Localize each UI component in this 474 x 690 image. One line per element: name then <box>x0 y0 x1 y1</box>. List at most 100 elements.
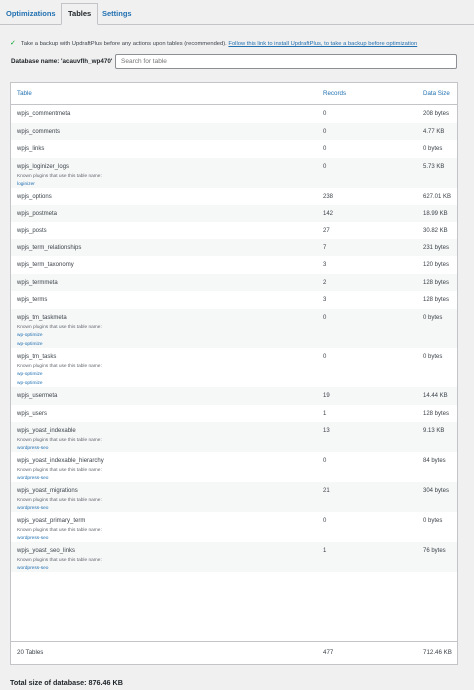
data-size-cell: 208 bytes <box>423 111 450 117</box>
plugin-link[interactable]: wp-optimize <box>17 372 43 377</box>
column-header-records[interactable]: Records <box>323 90 346 97</box>
table-row: wpjs_commentmeta 0 208 bytes <box>11 105 457 123</box>
table-name-cell: wpjs_yoast_migrations <box>17 488 78 494</box>
column-header-data-size[interactable]: Data Size <box>423 90 450 97</box>
table-name-cell: wpjs_tm_tasks <box>17 354 57 360</box>
backup-notice-text: Take a backup with UpdraftPlus before an… <box>20 41 227 47</box>
backup-notice: ✓ Take a backup with UpdraftPlus before a… <box>10 39 417 47</box>
footer-size-total: 712.46 KB <box>423 649 452 656</box>
tab-tables[interactable]: Tables <box>61 3 99 25</box>
records-cell: 0 <box>323 146 327 152</box>
records-cell: 27 <box>323 228 330 234</box>
data-size-cell: 128 bytes <box>423 411 450 417</box>
records-cell: 0 <box>323 518 327 524</box>
table-row: wpjs_termmeta 2 128 bytes <box>11 274 457 291</box>
plugin-link[interactable]: wordpress-seo <box>17 446 48 451</box>
plugin-link[interactable]: loginizer <box>17 182 35 187</box>
records-cell: 2 <box>323 280 327 286</box>
plugin-link[interactable]: wp-optimize <box>17 342 43 347</box>
table-row: wpjs_yoast_seo_links 1 76 bytes Known plugi… <box>11 542 457 572</box>
data-size-cell: 0 bytes <box>423 315 443 321</box>
known-plugins-label: Known plugins that use this table name: <box>17 174 102 179</box>
table-row: wpjs_postmeta 142 18.99 KB <box>11 205 457 222</box>
table-name-cell: wpjs_links <box>17 146 45 152</box>
table-name-cell: wpjs_yoast_indexable <box>17 428 76 434</box>
footer-table-count: 20 Tables <box>17 649 44 656</box>
plugin-link[interactable]: wordpress-seo <box>17 476 48 481</box>
updraftplus-install-link[interactable]: Follow this link to install UpdraftPlus,… <box>228 41 417 47</box>
records-cell: 0 <box>323 315 327 321</box>
known-plugins-label: Known plugins that use this table name: <box>17 498 102 503</box>
table-row: wpjs_yoast_indexable_hierarchy 0 84 bytes K… <box>11 452 457 482</box>
data-size-cell: 9.13 KB <box>423 428 445 434</box>
tables-table: Table Records Data Size wpjs_commentmeta… <box>10 82 458 665</box>
data-size-cell: 627.01 KB <box>423 194 452 200</box>
records-cell: 0 <box>323 458 327 464</box>
table-name-cell: wpjs_posts <box>17 228 47 234</box>
table-name-cell: wpjs_term_taxonomy <box>17 262 74 268</box>
table-name-cell: wpjs_users <box>17 411 48 417</box>
data-size-cell: 14.44 KB <box>423 393 448 399</box>
records-cell: 0 <box>323 129 327 135</box>
table-row: wpjs_yoast_primary_term 0 0 bytes Known plu… <box>11 512 457 542</box>
data-size-cell: 0 bytes <box>423 146 443 152</box>
known-plugins-label: Known plugins that use this table name: <box>17 528 102 533</box>
table-name-cell: wpjs_tm_taskmeta <box>17 315 67 321</box>
table-name-cell: wpjs_yoast_indexable_hierarchy <box>17 458 104 464</box>
data-size-cell: 231 bytes <box>423 245 450 251</box>
known-plugins-label: Known plugins that use this table name: <box>17 468 102 473</box>
records-cell: 7 <box>323 245 327 251</box>
table-search-input[interactable] <box>115 54 457 69</box>
table-name-cell: wpjs_options <box>17 194 52 200</box>
table-row: wpjs_links 0 0 bytes <box>11 140 457 158</box>
known-plugins-label: Known plugins that use this table name: <box>17 438 102 443</box>
table-name-cell: wpjs_termmeta <box>17 280 58 286</box>
records-cell: 0 <box>323 111 327 117</box>
data-size-cell: 76 bytes <box>423 548 446 554</box>
records-cell: 0 <box>323 164 327 170</box>
table-row: wpjs_options 238 627.01 KB <box>11 188 457 205</box>
data-size-cell: 0 bytes <box>423 518 443 524</box>
checkmark-icon: ✓ <box>10 40 16 47</box>
database-name-label: Database name: 'acauvflh_wp470' <box>11 58 113 65</box>
data-size-cell: 4.77 KB <box>423 129 445 135</box>
known-plugins-label: Known plugins that use this table name: <box>17 325 102 330</box>
tab-bar: Optimizations Tables Settings <box>0 0 474 25</box>
records-cell: 21 <box>323 488 330 494</box>
plugin-link[interactable]: wp-optimize <box>17 381 43 386</box>
table-row: wpjs_yoast_migrations 21 304 bytes Known pl… <box>11 482 457 512</box>
table-name-cell: wpjs_yoast_primary_term <box>17 518 86 524</box>
data-size-cell: 304 bytes <box>423 488 450 494</box>
table-name-cell: wpjs_usermeta <box>17 393 58 399</box>
table-name-cell: wpjs_yoast_seo_links <box>17 548 76 554</box>
plugin-link[interactable]: wordpress-seo <box>17 506 48 511</box>
records-cell: 0 <box>323 354 327 360</box>
total-database-size: Total size of database: 876.46 KB <box>10 678 123 687</box>
column-header-table[interactable]: Table <box>17 90 32 97</box>
data-size-cell: 5.73 KB <box>423 164 445 170</box>
table-header: Table Records Data Size <box>11 83 457 105</box>
table-name-cell: wpjs_comments <box>17 129 61 135</box>
tab-settings[interactable]: Settings <box>96 4 138 24</box>
table-row: wpjs_term_taxonomy 3 120 bytes <box>11 256 457 274</box>
records-cell: 19 <box>323 393 330 399</box>
plugin-link[interactable]: wordpress-seo <box>17 536 48 541</box>
table-row: wpjs_tm_tasks 0 0 bytes Known plugins that … <box>11 348 457 387</box>
table-footer: 20 Tables 477 712.46 KB <box>11 641 457 664</box>
records-cell: 3 <box>323 297 327 303</box>
data-size-cell: 0 bytes <box>423 354 443 360</box>
records-cell: 1 <box>323 411 327 417</box>
data-size-cell: 128 bytes <box>423 297 450 303</box>
plugin-link[interactable]: wordpress-seo <box>17 566 48 571</box>
table-row: wpjs_loginizer_logs 0 5.73 KB Known plugins… <box>11 158 457 188</box>
records-cell: 13 <box>323 428 330 434</box>
table-name-cell: wpjs_term_relationships <box>17 245 82 251</box>
table-row: wpjs_usermeta 19 14.44 KB <box>11 387 457 405</box>
table-row: wpjs_comments 0 4.77 KB <box>11 123 457 140</box>
table-row: wpjs_users 1 128 bytes <box>11 405 457 422</box>
records-cell: 3 <box>323 262 327 268</box>
tab-optimizations[interactable]: Optimizations <box>0 4 62 24</box>
plugin-link[interactable]: wp-optimize <box>17 333 43 338</box>
table-row: wpjs_tm_taskmeta 0 0 bytes Known plugins th… <box>11 309 457 348</box>
known-plugins-label: Known plugins that use this table name: <box>17 364 102 369</box>
